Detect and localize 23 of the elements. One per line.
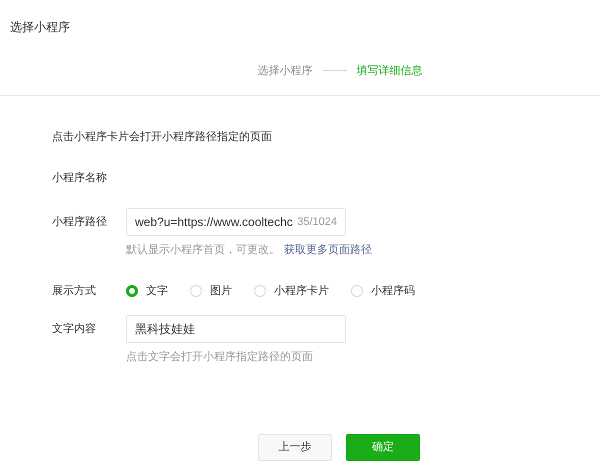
hint-text: 默认显示小程序首页，可更改。 xyxy=(126,242,280,258)
hint-text: 点击文字会打开小程序指定路径的页面 xyxy=(126,350,314,365)
radio-option[interactable]: 文字 xyxy=(126,282,168,299)
radio-option[interactable]: 图片 xyxy=(190,282,232,299)
intro-text: 点击小程序卡片会打开小程序路径指定的页面 xyxy=(52,130,273,145)
field-label: 展示方式 xyxy=(52,284,97,298)
radio-option[interactable]: 小程序卡片 xyxy=(254,282,329,299)
step-label: 填写详细信息 xyxy=(356,64,422,78)
more-paths-link[interactable]: 获取更多页面路径 xyxy=(284,242,372,258)
field-label: 文字内容 xyxy=(52,322,97,337)
radio-icon xyxy=(351,284,363,297)
dialog-title: 选择小程序 xyxy=(10,20,70,34)
field-label: 小程序名称 xyxy=(52,170,108,186)
radio-option[interactable]: 小程序码 xyxy=(351,282,415,299)
step-label: 选择小程序 xyxy=(258,64,312,78)
path-field[interactable]: web?u=https://www.cooltechc 35/1024 xyxy=(126,208,346,236)
back-button[interactable]: 上一步 xyxy=(258,434,332,460)
radio-icon xyxy=(190,284,202,297)
radio-checked-icon xyxy=(126,284,138,297)
radio-icon xyxy=(254,284,266,297)
field-label: 小程序路径 xyxy=(52,214,108,230)
character-counter: 35/1024 xyxy=(297,214,337,230)
text-content-field[interactable]: 黑科技娃娃 xyxy=(126,315,346,343)
